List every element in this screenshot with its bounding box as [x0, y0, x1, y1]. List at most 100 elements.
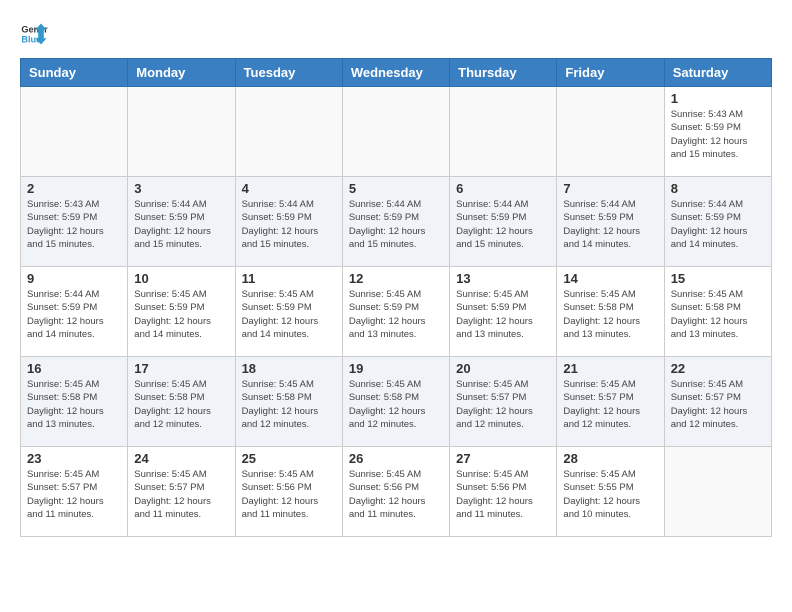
day-info: Sunrise: 5:45 AM Sunset: 5:58 PM Dayligh… — [671, 288, 765, 341]
day-info: Sunrise: 5:45 AM Sunset: 5:57 PM Dayligh… — [27, 468, 121, 521]
calendar-cell: 15 Sunrise: 5:45 AM Sunset: 5:58 PM Dayli… — [664, 267, 771, 357]
calendar-cell: 10 Sunrise: 5:45 AM Sunset: 5:59 PM Dayli… — [128, 267, 235, 357]
calendar-table: SundayMondayTuesdayWednesdayThursdayFrid… — [20, 58, 772, 537]
day-info: Sunrise: 5:45 AM Sunset: 5:56 PM Dayligh… — [456, 468, 550, 521]
day-info: Sunrise: 5:45 AM Sunset: 5:57 PM Dayligh… — [563, 378, 657, 431]
day-number: 21 — [563, 361, 657, 376]
calendar-cell: 9Sunrise: 5:44 AM Sunset: 5:59 PM Daylig… — [21, 267, 128, 357]
day-number: 5 — [349, 181, 443, 196]
day-number: 28 — [563, 451, 657, 466]
calendar-cell: 1 Sunrise: 5:43 AM Sunset: 5:59 PM Daylig… — [664, 87, 771, 177]
weekday-header-row: SundayMondayTuesdayWednesdayThursdayFrid… — [21, 59, 772, 87]
day-number: 24 — [134, 451, 228, 466]
calendar-cell: 16 Sunrise: 5:45 AM Sunset: 5:58 PM Dayli… — [21, 357, 128, 447]
weekday-header-friday: Friday — [557, 59, 664, 87]
day-info: Sunrise: 5:45 AM Sunset: 5:56 PM Dayligh… — [349, 468, 443, 521]
calendar-cell — [450, 87, 557, 177]
calendar-cell: 19 Sunrise: 5:45 AM Sunset: 5:58 PM Dayli… — [342, 357, 449, 447]
calendar-cell: 6 Sunrise: 5:44 AM Sunset: 5:59 PM Daylig… — [450, 177, 557, 267]
day-info: Sunrise: 5:44 AM Sunset: 5:59 PM Dayligh… — [134, 198, 228, 251]
day-number: 7 — [563, 181, 657, 196]
day-number: 6 — [456, 181, 550, 196]
day-info: Sunrise: 5:44 AM Sunset: 5:59 PM Dayligh… — [563, 198, 657, 251]
weekday-header-tuesday: Tuesday — [235, 59, 342, 87]
page-header: General Blue — [20, 20, 772, 48]
day-number: 14 — [563, 271, 657, 286]
calendar-cell: 4 Sunrise: 5:44 AM Sunset: 5:59 PM Daylig… — [235, 177, 342, 267]
day-number: 23 — [27, 451, 121, 466]
calendar-cell: 24Sunrise: 5:45 AM Sunset: 5:57 PM Dayli… — [128, 447, 235, 537]
calendar-cell: 5 Sunrise: 5:44 AM Sunset: 5:59 PM Daylig… — [342, 177, 449, 267]
calendar-cell — [128, 87, 235, 177]
day-number: 27 — [456, 451, 550, 466]
day-number: 26 — [349, 451, 443, 466]
day-info: Sunrise: 5:45 AM Sunset: 5:59 PM Dayligh… — [456, 288, 550, 341]
day-info: Sunrise: 5:45 AM Sunset: 5:57 PM Dayligh… — [671, 378, 765, 431]
weekday-header-monday: Monday — [128, 59, 235, 87]
calendar-cell — [235, 87, 342, 177]
day-info: Sunrise: 5:45 AM Sunset: 5:57 PM Dayligh… — [456, 378, 550, 431]
calendar-cell: 20 Sunrise: 5:45 AM Sunset: 5:57 PM Dayli… — [450, 357, 557, 447]
calendar-cell: 25 Sunrise: 5:45 AM Sunset: 5:56 PM Dayli… — [235, 447, 342, 537]
calendar-cell: 28 Sunrise: 5:45 AM Sunset: 5:55 PM Dayli… — [557, 447, 664, 537]
day-number: 2 — [27, 181, 121, 196]
day-info: Sunrise: 5:45 AM Sunset: 5:55 PM Dayligh… — [563, 468, 657, 521]
calendar-cell: 3 Sunrise: 5:44 AM Sunset: 5:59 PM Daylig… — [128, 177, 235, 267]
day-number: 3 — [134, 181, 228, 196]
calendar-cell — [21, 87, 128, 177]
day-number: 8 — [671, 181, 765, 196]
calendar-cell: 18 Sunrise: 5:45 AM Sunset: 5:58 PM Dayli… — [235, 357, 342, 447]
day-number: 11 — [242, 271, 336, 286]
day-info: Sunrise: 5:44 AM Sunset: 5:59 PM Dayligh… — [456, 198, 550, 251]
day-number: 9 — [27, 271, 121, 286]
day-number: 19 — [349, 361, 443, 376]
day-info: Sunrise: 5:45 AM Sunset: 5:56 PM Dayligh… — [242, 468, 336, 521]
day-info: Sunrise: 5:45 AM Sunset: 5:59 PM Dayligh… — [349, 288, 443, 341]
week-row-4: 16 Sunrise: 5:45 AM Sunset: 5:58 PM Dayli… — [21, 357, 772, 447]
calendar-cell: 17 Sunrise: 5:45 AM Sunset: 5:58 PM Dayli… — [128, 357, 235, 447]
day-number: 15 — [671, 271, 765, 286]
weekday-header-saturday: Saturday — [664, 59, 771, 87]
calendar-cell: 14 Sunrise: 5:45 AM Sunset: 5:58 PM Dayli… — [557, 267, 664, 357]
logo: General Blue — [20, 20, 48, 48]
logo-icon: General Blue — [20, 20, 48, 48]
day-number: 18 — [242, 361, 336, 376]
day-info: Sunrise: 5:43 AM Sunset: 5:59 PM Dayligh… — [27, 198, 121, 251]
day-info: Sunrise: 5:45 AM Sunset: 5:58 PM Dayligh… — [563, 288, 657, 341]
day-info: Sunrise: 5:45 AM Sunset: 5:58 PM Dayligh… — [27, 378, 121, 431]
day-number: 20 — [456, 361, 550, 376]
calendar-cell: 8Sunrise: 5:44 AM Sunset: 5:59 PM Daylig… — [664, 177, 771, 267]
calendar-cell: 2 Sunrise: 5:43 AM Sunset: 5:59 PM Daylig… — [21, 177, 128, 267]
day-info: Sunrise: 5:45 AM Sunset: 5:58 PM Dayligh… — [134, 378, 228, 431]
week-row-2: 2 Sunrise: 5:43 AM Sunset: 5:59 PM Daylig… — [21, 177, 772, 267]
day-info: Sunrise: 5:44 AM Sunset: 5:59 PM Dayligh… — [242, 198, 336, 251]
calendar-cell: 13 Sunrise: 5:45 AM Sunset: 5:59 PM Dayli… — [450, 267, 557, 357]
weekday-header-thursday: Thursday — [450, 59, 557, 87]
day-info: Sunrise: 5:45 AM Sunset: 5:58 PM Dayligh… — [349, 378, 443, 431]
calendar-cell: 23 Sunrise: 5:45 AM Sunset: 5:57 PM Dayli… — [21, 447, 128, 537]
day-number: 1 — [671, 91, 765, 106]
weekday-header-sunday: Sunday — [21, 59, 128, 87]
week-row-3: 9Sunrise: 5:44 AM Sunset: 5:59 PM Daylig… — [21, 267, 772, 357]
calendar-cell: 11 Sunrise: 5:45 AM Sunset: 5:59 PM Dayli… — [235, 267, 342, 357]
calendar-cell: 27 Sunrise: 5:45 AM Sunset: 5:56 PM Dayli… — [450, 447, 557, 537]
calendar-cell — [342, 87, 449, 177]
day-number: 17 — [134, 361, 228, 376]
day-number: 13 — [456, 271, 550, 286]
day-number: 25 — [242, 451, 336, 466]
week-row-5: 23 Sunrise: 5:45 AM Sunset: 5:57 PM Dayli… — [21, 447, 772, 537]
day-number: 12 — [349, 271, 443, 286]
day-info: Sunrise: 5:45 AM Sunset: 5:59 PM Dayligh… — [242, 288, 336, 341]
day-info: Sunrise: 5:43 AM Sunset: 5:59 PM Dayligh… — [671, 108, 765, 161]
day-number: 4 — [242, 181, 336, 196]
day-number: 10 — [134, 271, 228, 286]
calendar-cell — [664, 447, 771, 537]
calendar-cell — [557, 87, 664, 177]
day-info: Sunrise: 5:44 AM Sunset: 5:59 PM Dayligh… — [349, 198, 443, 251]
day-number: 16 — [27, 361, 121, 376]
day-info: Sunrise: 5:45 AM Sunset: 5:59 PM Dayligh… — [134, 288, 228, 341]
calendar-cell: 21 Sunrise: 5:45 AM Sunset: 5:57 PM Dayli… — [557, 357, 664, 447]
calendar-cell: 22Sunrise: 5:45 AM Sunset: 5:57 PM Dayli… — [664, 357, 771, 447]
calendar-cell: 7 Sunrise: 5:44 AM Sunset: 5:59 PM Daylig… — [557, 177, 664, 267]
day-info: Sunrise: 5:45 AM Sunset: 5:58 PM Dayligh… — [242, 378, 336, 431]
